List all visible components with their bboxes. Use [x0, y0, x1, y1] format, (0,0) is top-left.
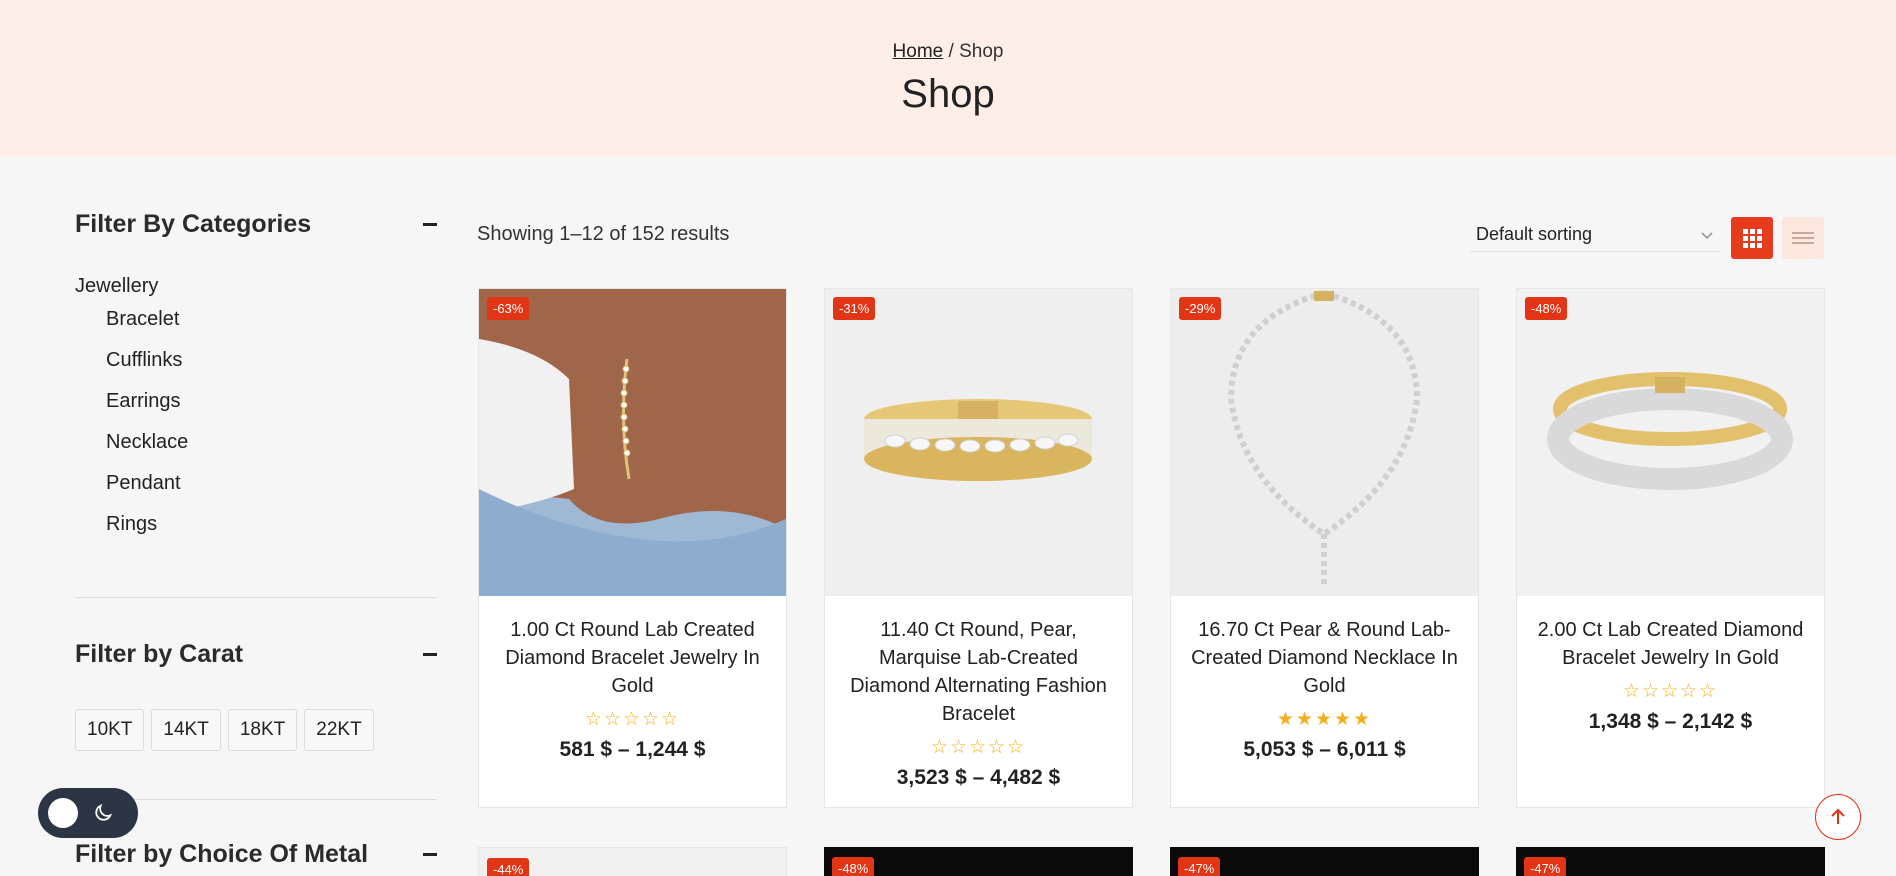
collapse-icon[interactable]	[423, 853, 437, 856]
metal-filter-heading: Filter by Choice Of Metal	[75, 840, 369, 868]
category-item-rings[interactable]: Rings	[75, 511, 437, 552]
product-card[interactable]: -48%	[824, 847, 1133, 876]
product-title-text: 1.00 Ct Round Lab Created Diamond Bracel…	[505, 619, 760, 697]
sort-select[interactable]: Default sorting	[1470, 218, 1720, 252]
category-jewellery[interactable]: Jewellery	[75, 275, 437, 298]
discount-badge: -48%	[832, 857, 875, 876]
list-view-button[interactable]	[1782, 217, 1824, 259]
product-price: 5,053 $ – 6,011 $	[1243, 738, 1406, 761]
product-card[interactable]: -31% 11.40 Ct Round, Pear, Marquise Lab-…	[824, 288, 1133, 808]
sidebar-filters: Filter By Categories Jewellery Bracelet …	[75, 210, 437, 552]
toggle-knob	[48, 798, 78, 828]
categories-filter-heading: Filter By Categories	[75, 210, 312, 238]
product-image[interactable]	[479, 289, 786, 596]
rating-stars: ☆☆☆☆☆	[1622, 681, 1719, 702]
carat-filter-header[interactable]: Filter by Carat	[75, 640, 437, 669]
carat-chip-18kt[interactable]: 18KT	[227, 709, 298, 751]
product-title[interactable]: 16.70 Ct Pear & Round Lab-Created Diamon…	[1185, 616, 1464, 764]
results-count: Showing 1–12 of 152 results	[477, 223, 730, 245]
product-image[interactable]	[825, 289, 1132, 596]
discount-badge: -29%	[1179, 297, 1222, 320]
grid-icon	[1742, 228, 1762, 248]
carat-chip-22kt[interactable]: 22KT	[304, 709, 374, 751]
arrow-up-icon	[1831, 808, 1845, 824]
product-title[interactable]: 11.40 Ct Round, Pear, Marquise Lab-Creat…	[839, 616, 1118, 792]
collapse-icon[interactable]	[423, 223, 437, 226]
product-price: 1,348 $ – 2,142 $	[1588, 710, 1753, 733]
discount-badge: -63%	[487, 297, 530, 320]
product-title-text: 2.00 Ct Lab Created Diamond Bracelet Jew…	[1537, 619, 1804, 669]
discount-badge: -47%	[1524, 857, 1567, 876]
rating-stars: ☆☆☆☆☆	[584, 709, 681, 730]
discount-badge: -31%	[833, 297, 876, 320]
chevron-down-icon	[1701, 231, 1713, 239]
product-title-text: 11.40 Ct Round, Pear, Marquise Lab-Creat…	[850, 619, 1107, 725]
categories-filter-header[interactable]: Filter By Categories	[75, 210, 437, 239]
product-photo	[1517, 289, 1824, 596]
product-photo	[1171, 289, 1478, 596]
product-photo	[825, 289, 1132, 596]
product-price: 581 $ – 1,244 $	[559, 738, 706, 761]
product-card[interactable]: -63% 1.00 Ct Round Lab Created Diamond B…	[478, 288, 787, 808]
list-icon	[1792, 232, 1814, 244]
collapse-icon[interactable]	[423, 653, 437, 656]
carat-chip-10kt[interactable]: 10KT	[75, 709, 145, 751]
product-card[interactable]: -47%	[1170, 847, 1479, 876]
breadcrumb-separator: /	[948, 41, 954, 62]
product-title[interactable]: 2.00 Ct Lab Created Diamond Bracelet Jew…	[1531, 616, 1810, 736]
product-image[interactable]	[1171, 289, 1478, 596]
category-item-pendant[interactable]: Pendant	[75, 470, 437, 511]
metal-filter-header[interactable]: Filter by Choice Of Metal	[75, 840, 437, 869]
product-photo	[479, 289, 786, 596]
breadcrumb: Home / Shop	[0, 41, 1896, 63]
product-card[interactable]: -47%	[1516, 847, 1825, 876]
product-title-text: 16.70 Ct Pear & Round Lab-Created Diamon…	[1191, 619, 1458, 697]
carat-filter-heading: Filter by Carat	[75, 640, 244, 668]
category-item-necklace[interactable]: Necklace	[75, 429, 437, 470]
page-header: Home / Shop Shop	[0, 0, 1896, 157]
product-image[interactable]	[1517, 289, 1824, 596]
product-price: 3,523 $ – 4,482 $	[896, 766, 1061, 789]
product-title[interactable]: 1.00 Ct Round Lab Created Diamond Bracel…	[493, 616, 772, 764]
discount-badge: -44%	[487, 858, 530, 876]
category-item-earrings[interactable]: Earrings	[75, 388, 437, 429]
rating-stars: ★★★★★	[1276, 709, 1373, 730]
sidebar-divider	[75, 597, 437, 598]
sort-selected-value: Default sorting	[1476, 224, 1593, 244]
grid-view-button[interactable]	[1731, 217, 1773, 259]
discount-badge: -47%	[1178, 857, 1221, 876]
rating-stars: ☆☆☆☆☆	[930, 737, 1027, 758]
product-card[interactable]: -29% 16.70 Ct Pear & Round Lab-Created D…	[1170, 288, 1479, 808]
moon-icon	[95, 803, 113, 821]
product-card[interactable]: -48% 2.00 Ct Lab Created Diamond Bracele…	[1516, 288, 1825, 808]
scroll-to-top-button[interactable]	[1815, 794, 1861, 840]
breadcrumb-home-link[interactable]: Home	[893, 41, 944, 62]
dark-mode-toggle[interactable]	[38, 788, 138, 838]
product-card[interactable]: -44%	[478, 847, 787, 876]
category-item-bracelet[interactable]: Bracelet	[75, 306, 437, 347]
carat-options: 10KT 14KT 18KT 22KT	[75, 709, 374, 751]
carat-chip-14kt[interactable]: 14KT	[151, 709, 221, 751]
category-item-cufflinks[interactable]: Cufflinks	[75, 347, 437, 388]
page-title: Shop	[901, 72, 995, 116]
category-list: Bracelet Cufflinks Earrings Necklace Pen…	[75, 306, 437, 552]
breadcrumb-current: Shop	[959, 41, 1004, 62]
discount-badge: -48%	[1525, 297, 1568, 320]
